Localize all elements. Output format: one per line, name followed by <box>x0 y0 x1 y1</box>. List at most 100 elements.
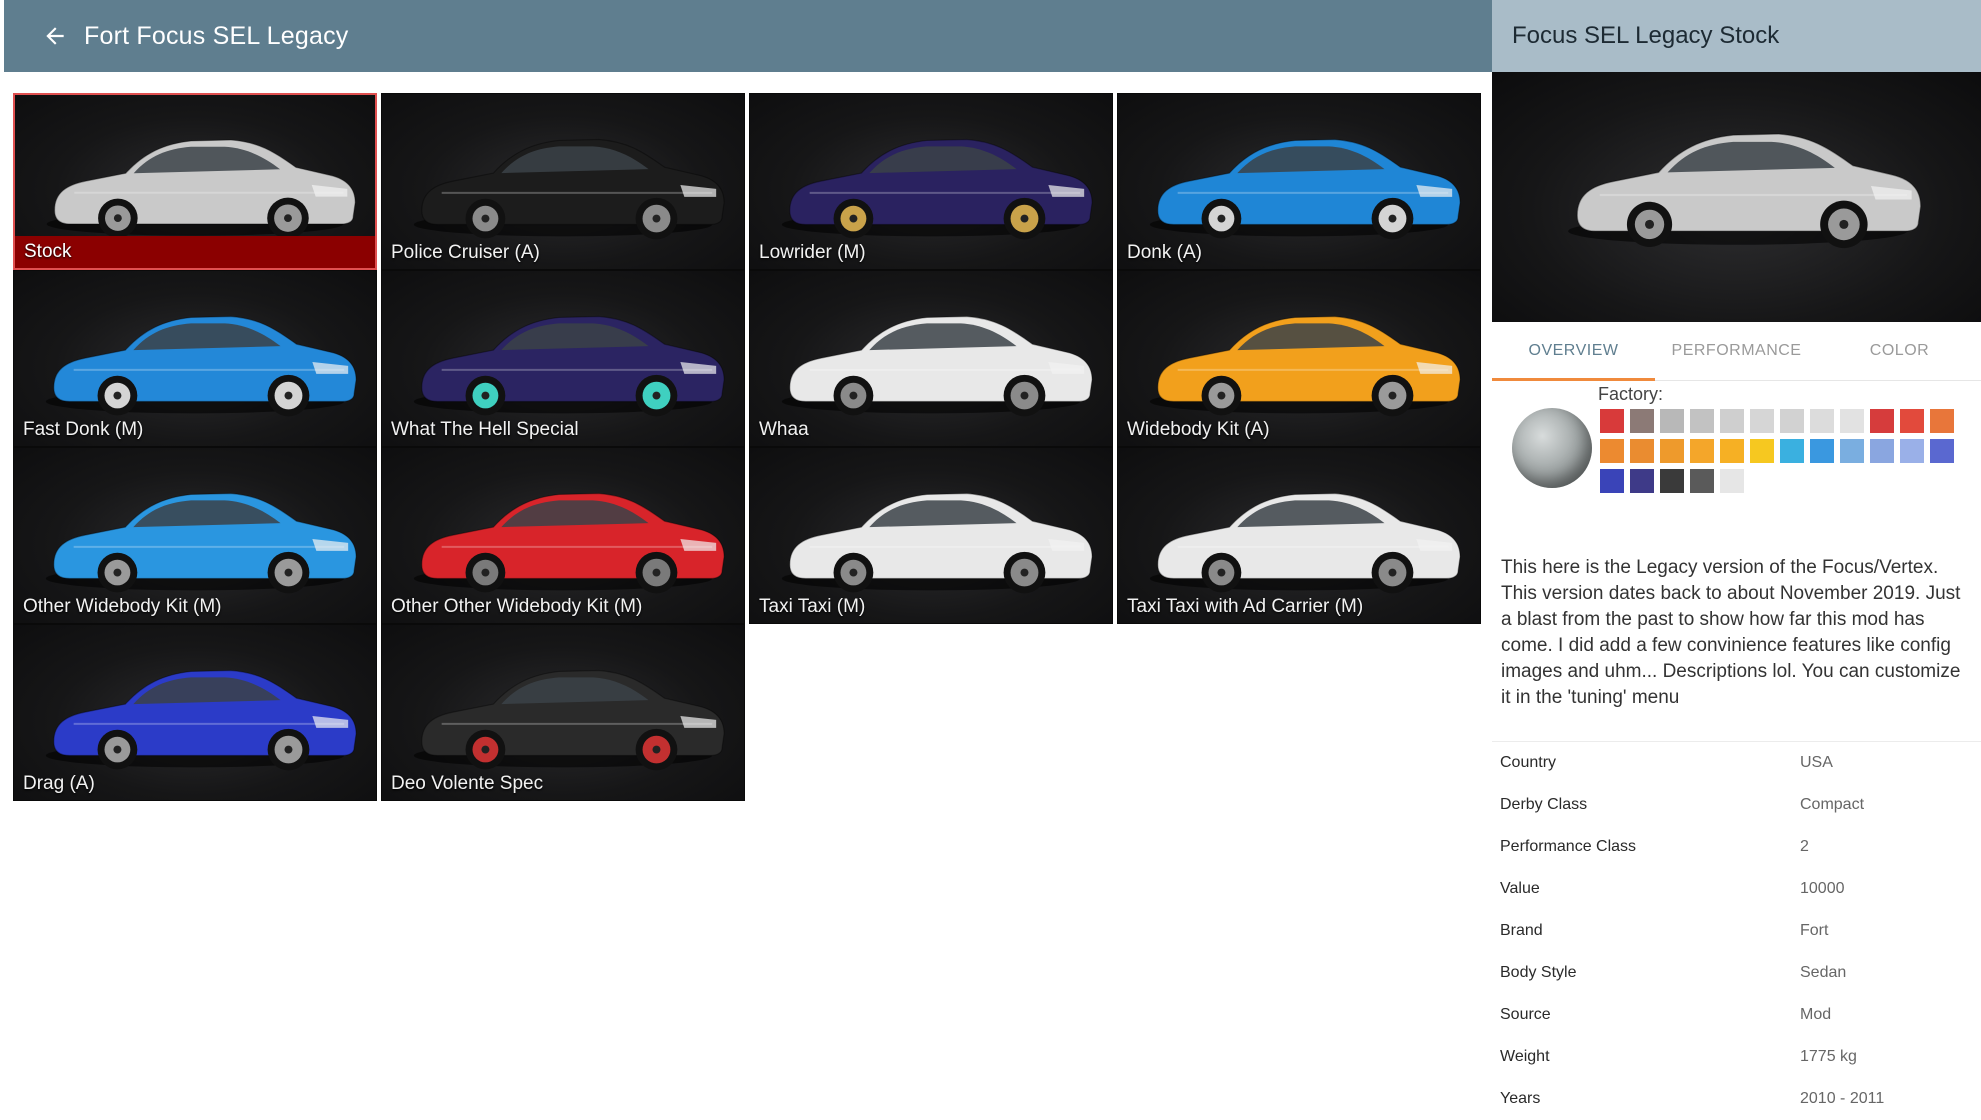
spec-value: Mod <box>1800 1006 1832 1023</box>
color-swatch[interactable] <box>1780 409 1804 433</box>
config-tile-label: Other Other Widebody Kit (M) <box>391 596 643 617</box>
color-swatches <box>1600 409 1960 493</box>
spec-label: Weight <box>1500 1048 1550 1065</box>
spec-value: USA <box>1800 754 1833 771</box>
config-tile[interactable]: Stock <box>13 93 377 270</box>
spec-label: Source <box>1500 1006 1551 1023</box>
color-swatch[interactable] <box>1660 439 1684 463</box>
color-swatch[interactable] <box>1630 439 1654 463</box>
color-section: Factory: <box>1492 380 1981 520</box>
spec-row: Brand Fort <box>1500 910 1970 952</box>
config-tile[interactable]: Police Cruiser (A) <box>381 93 745 270</box>
config-tile-label: Lowrider (M) <box>759 242 866 263</box>
config-tile-label: Widebody Kit (A) <box>1127 419 1270 440</box>
config-tile[interactable]: Drag (A) <box>13 624 377 801</box>
color-swatch[interactable] <box>1600 469 1624 493</box>
spec-row: Body Style Sedan <box>1500 952 1970 994</box>
arrow-left-icon <box>46 27 64 45</box>
config-tile[interactable]: Taxi Taxi (M) <box>749 447 1113 624</box>
config-tile-label: Stock <box>15 236 375 268</box>
color-swatch[interactable] <box>1690 439 1714 463</box>
config-tile[interactable]: Fast Donk (M) <box>13 270 377 447</box>
color-swatch[interactable] <box>1780 439 1804 463</box>
config-tile-label: Police Cruiser (A) <box>391 242 540 263</box>
config-tile[interactable]: What The Hell Special <box>381 270 745 447</box>
spec-row: Value 10000 <box>1500 868 1970 910</box>
spec-label: Country <box>1500 754 1557 771</box>
config-tile[interactable]: Taxi Taxi with Ad Carrier (M) <box>1117 447 1481 624</box>
color-swatch[interactable] <box>1840 439 1864 463</box>
spec-label: Body Style <box>1500 964 1577 981</box>
config-tile-label: Whaa <box>759 419 809 440</box>
color-swatch[interactable] <box>1870 439 1894 463</box>
color-swatch[interactable] <box>1810 409 1834 433</box>
top-bar: Fort Focus SEL Legacy <box>4 0 1492 72</box>
color-swatch[interactable] <box>1720 469 1744 493</box>
config-tile-label: Donk (A) <box>1127 242 1202 263</box>
spec-label: Brand <box>1500 922 1543 939</box>
config-tile-label: Taxi Taxi (M) <box>759 596 866 617</box>
color-swatch[interactable] <box>1750 409 1774 433</box>
config-tile-label: Taxi Taxi with Ad Carrier (M) <box>1127 596 1364 617</box>
color-swatch[interactable] <box>1600 439 1624 463</box>
config-grid: Stock Police Cruiser (A) Lowrider (M) Do… <box>13 93 1483 801</box>
color-swatch[interactable] <box>1930 409 1954 433</box>
config-tile-label: Deo Volente Spec <box>391 773 544 794</box>
color-swatch[interactable] <box>1690 469 1714 493</box>
spec-value: 2 <box>1800 838 1809 855</box>
panel-title: Focus SEL Legacy Stock <box>1492 0 1981 72</box>
config-tile-label: Drag (A) <box>23 773 95 794</box>
color-swatch[interactable] <box>1810 439 1834 463</box>
spec-row: Derby Class Compact <box>1500 784 1970 826</box>
spec-row: Weight 1775 kg <box>1500 1036 1970 1078</box>
color-swatch[interactable] <box>1630 409 1654 433</box>
car-preview-image <box>1568 133 1922 249</box>
color-swatch[interactable] <box>1750 439 1774 463</box>
color-swatch[interactable] <box>1900 439 1924 463</box>
spec-label: Performance Class <box>1500 838 1637 855</box>
spec-table: Country USA Derby Class Compact Performanc… <box>1500 742 1970 1120</box>
back-button[interactable] <box>34 15 76 57</box>
spec-value: Fort <box>1800 922 1829 939</box>
color-swatch[interactable] <box>1720 439 1744 463</box>
config-tile-label: Other Widebody Kit (M) <box>23 596 222 617</box>
spec-value: 1775 kg <box>1800 1048 1857 1065</box>
spec-label: Derby Class <box>1500 796 1588 813</box>
panel-tabs: OVERVIEW PERFORMANCE COLOR <box>1492 322 1981 381</box>
config-tile[interactable]: Deo Volente Spec <box>381 624 745 801</box>
config-tile[interactable]: Donk (A) <box>1117 93 1481 270</box>
tab-color[interactable]: COLOR <box>1818 322 1981 380</box>
color-swatch[interactable] <box>1600 409 1624 433</box>
description-text: This here is the Legacy version of the F… <box>1501 557 1961 708</box>
config-tile[interactable]: Other Other Widebody Kit (M) <box>381 447 745 624</box>
color-swatch[interactable] <box>1630 469 1654 493</box>
color-swatch[interactable] <box>1840 409 1864 433</box>
color-swatch[interactable] <box>1870 409 1894 433</box>
tab-overview[interactable]: OVERVIEW <box>1492 322 1655 381</box>
spec-value: Sedan <box>1800 964 1847 981</box>
paint-preview-sphere <box>1512 408 1592 488</box>
page-title: Fort Focus SEL Legacy <box>84 21 349 50</box>
config-tile-label: What The Hell Special <box>391 419 579 440</box>
spec-label: Value <box>1500 880 1540 897</box>
config-tile-label: Fast Donk (M) <box>23 419 144 440</box>
color-swatch[interactable] <box>1930 439 1954 463</box>
spec-value: 2010 - 2011 <box>1800 1090 1885 1107</box>
spec-row: Performance Class 2 <box>1500 826 1970 868</box>
color-swatch[interactable] <box>1900 409 1924 433</box>
spec-row: Years 2010 - 2011 <box>1500 1078 1970 1120</box>
car-preview <box>1492 72 1981 322</box>
tab-performance[interactable]: PERFORMANCE <box>1655 322 1818 380</box>
config-tile[interactable]: Other Widebody Kit (M) <box>13 447 377 624</box>
config-tile[interactable]: Lowrider (M) <box>749 93 1113 270</box>
config-tile[interactable]: Whaa <box>749 270 1113 447</box>
spec-label: Years <box>1500 1090 1541 1107</box>
config-tile[interactable]: Widebody Kit (A) <box>1117 270 1481 447</box>
color-swatch[interactable] <box>1660 409 1684 433</box>
color-swatch[interactable] <box>1690 409 1714 433</box>
spec-value: Compact <box>1800 796 1865 813</box>
color-swatch[interactable] <box>1720 409 1744 433</box>
spec-row: Country USA <box>1500 742 1970 784</box>
spec-value: 10000 <box>1800 880 1845 897</box>
color-swatch[interactable] <box>1660 469 1684 493</box>
